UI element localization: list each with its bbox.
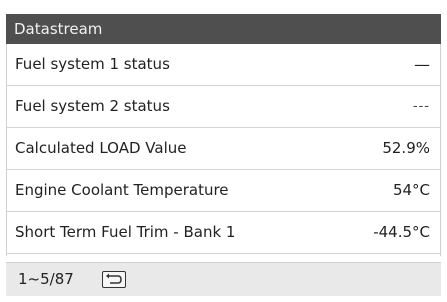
status-bar: 1~5/87 (6, 262, 441, 296)
datastream-row[interactable]: Short Term Fuel Trim - Bank 1 -44.5°C (7, 212, 440, 254)
page-title: Datastream (6, 14, 441, 44)
row-label: Fuel system 1 status (15, 55, 170, 73)
datastream-row[interactable]: Calculated LOAD Value 52.9% (7, 128, 440, 170)
page-indicator: 1~5/87 (18, 270, 74, 288)
datastream-row[interactable]: Fuel system 2 status --- (7, 86, 440, 128)
row-label: Short Term Fuel Trim - Bank 1 (15, 223, 236, 241)
back-icon (106, 273, 122, 284)
datastream-row[interactable]: Engine Coolant Temperature 54°C (7, 170, 440, 212)
row-value: 54°C (392, 181, 430, 199)
datastream-row[interactable]: Fuel system 1 status — (7, 44, 440, 86)
row-label: Engine Coolant Temperature (15, 181, 229, 199)
row-value: — (414, 55, 430, 74)
row-value: -44.5°C (373, 223, 430, 241)
back-button[interactable] (102, 271, 126, 288)
row-value: --- (412, 99, 430, 114)
row-label: Calculated LOAD Value (15, 139, 187, 157)
row-label: Fuel system 2 status (15, 97, 170, 115)
datastream-screen: Datastream Fuel system 1 status — Fuel s… (0, 0, 447, 302)
row-value: 52.9% (382, 139, 430, 157)
datastream-list: Fuel system 1 status — Fuel system 2 sta… (6, 44, 441, 256)
